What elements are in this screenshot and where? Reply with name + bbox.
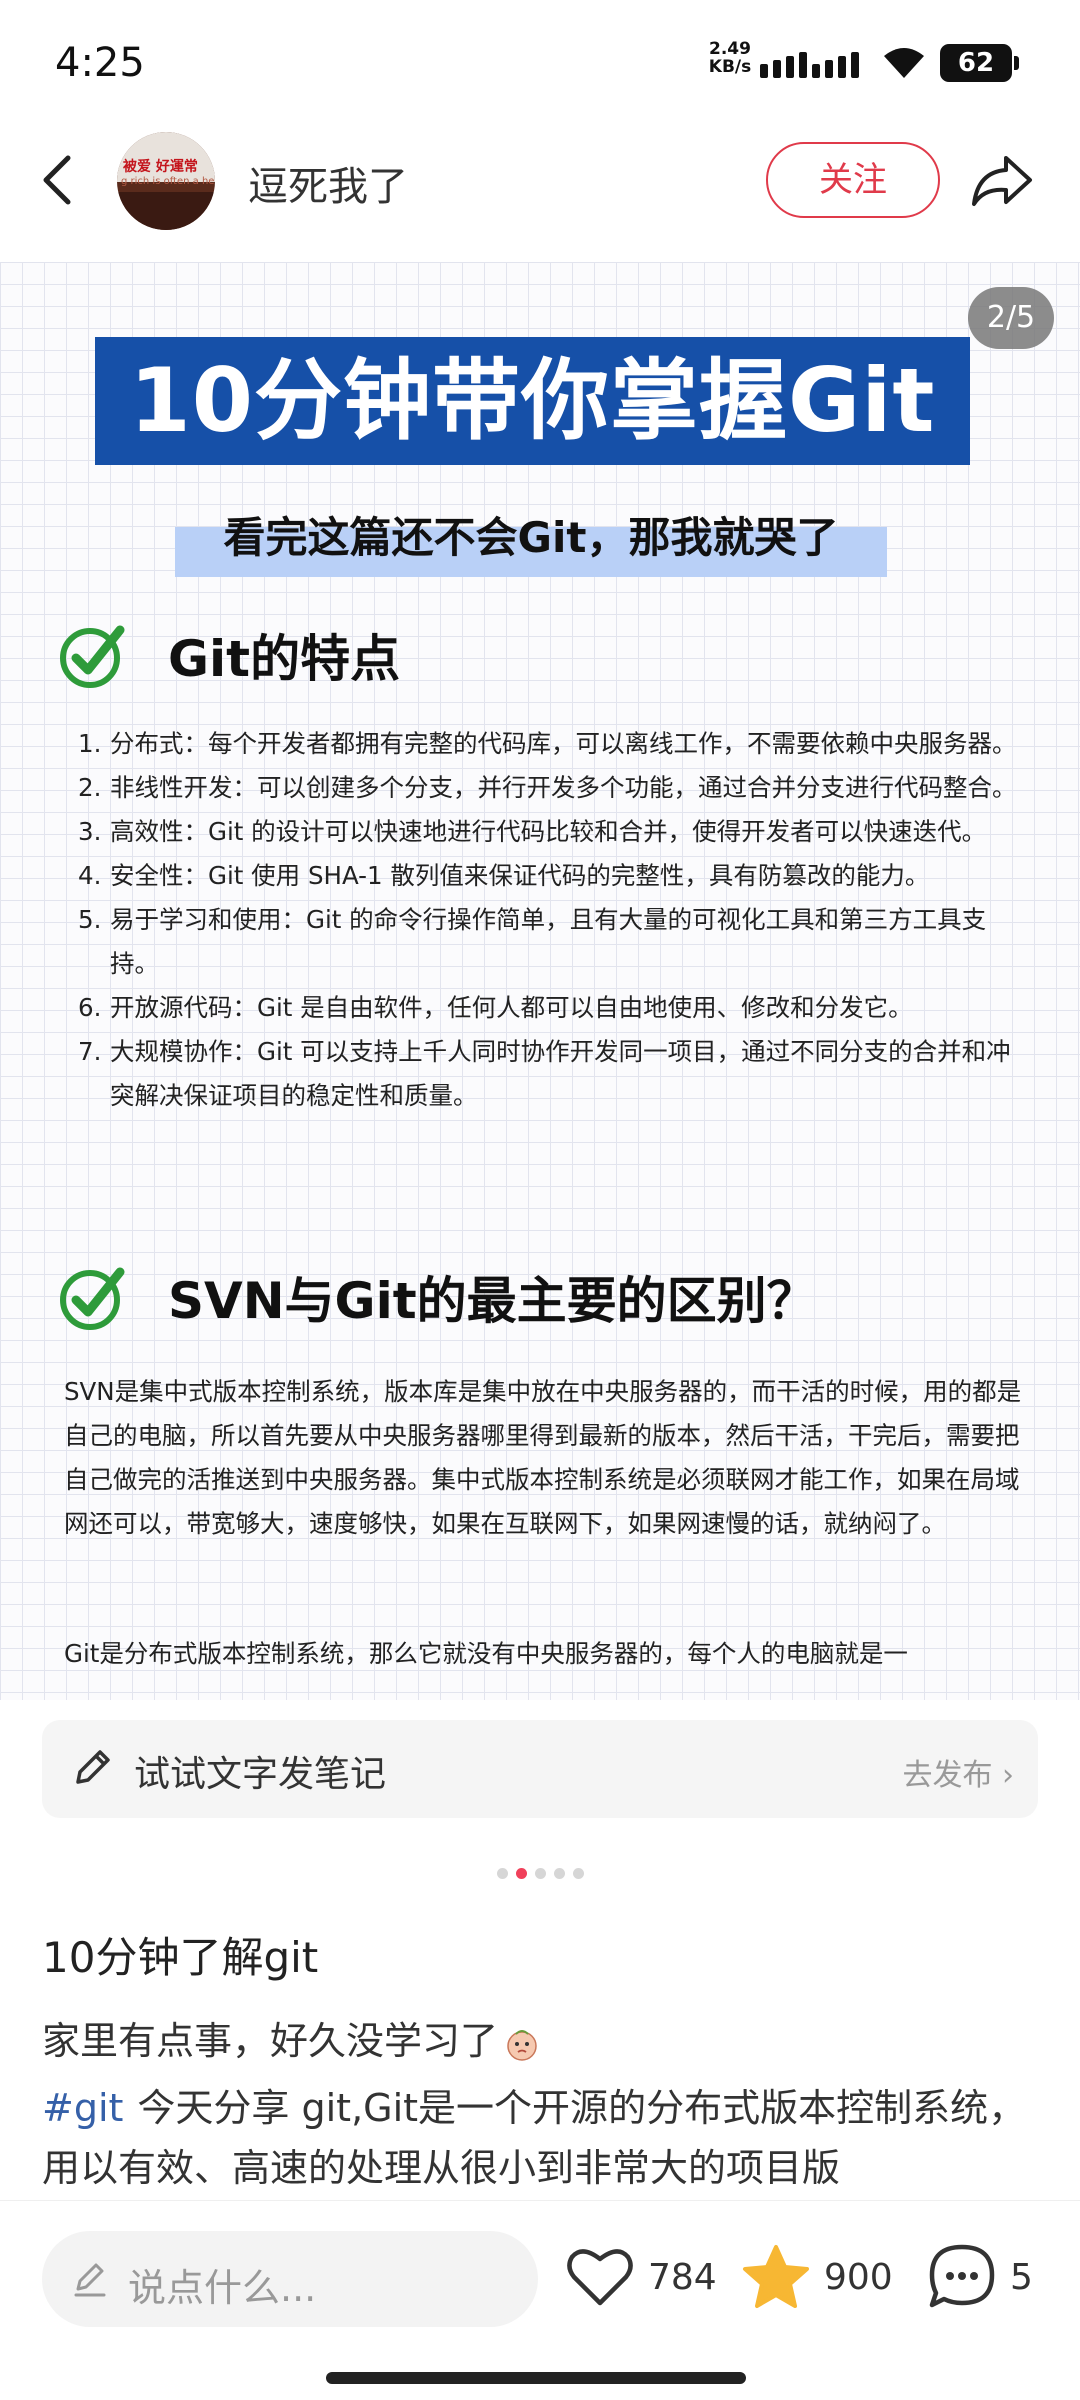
wifi-icon <box>884 48 924 78</box>
image-page-indicator: 2/5 <box>968 287 1054 349</box>
list-item: 2. 非线性开发：可以创建多个分支，并行开发多个功能，通过合并分支进行代码整合。 <box>78 773 1017 802</box>
back-arrow-icon[interactable] <box>30 150 90 210</box>
section-features-heading: Git的特点 <box>58 620 400 690</box>
carousel-dot <box>572 1868 584 1879</box>
section-comparison-heading: SVN与Git的最主要的区别？ <box>58 1262 817 1332</box>
pencil-icon <box>76 1750 110 1784</box>
hashtag-link[interactable]: #git <box>42 2086 123 2130</box>
features-list: 1. 分布式：每个开发者都拥有完整的代码库，可以离线工作，不需要依赖中央服务器。 … <box>78 722 1028 1118</box>
list-item: 5. 易于学习和使用：Git 的命令行操作简单，且有大量的可视化工具和第三方工具支… <box>78 905 987 978</box>
post-title: 10分钟了解git <box>42 1933 319 1982</box>
carousel-dots <box>0 1868 1080 1879</box>
publish-link[interactable]: 去发布 › <box>902 1750 1014 1794</box>
like-count: 784 <box>648 2256 717 2298</box>
signal-icon <box>760 48 865 78</box>
comment-input[interactable]: 说点什么... <box>42 2231 538 2327</box>
like-button[interactable]: 784 <box>564 2241 717 2313</box>
share-icon[interactable] <box>970 150 1034 210</box>
network-speed: 2.49 KB/s <box>708 39 752 77</box>
text-note-prompt[interactable]: 试试文字发笔记 去发布 › <box>42 1720 1038 1818</box>
note-prompt-text: 试试文字发笔记 <box>134 1754 387 1795</box>
list-item: 6. 开放源代码：Git 是自由软件，任何人都可以自由地使用、修改和分发它。 <box>78 993 913 1022</box>
post-header: 被爱 好運常 g rich is often a he 逗死我了 关注 <box>0 120 1080 260</box>
post-description: #git 今天分享 git,Git是一个开源的分布式版本控制系统，用以有效、高速的… <box>42 2086 1027 2190</box>
list-item: 7. 大规模协作：Git 可以支持上千人同时协作开发同一项目，通过不同分支的合并和… <box>78 1037 1011 1110</box>
edit-icon <box>74 2263 106 2297</box>
carousel-dot-active <box>515 1868 527 1879</box>
avatar[interactable]: 被爱 好運常 g rich is often a he <box>117 132 215 230</box>
status-time: 4:25 <box>55 40 145 86</box>
follow-button[interactable]: 关注 <box>766 142 940 218</box>
post-image[interactable]: 2/5 10分钟带你掌握Git 看完这篇还不会Git，那我就哭了 Git的特点 … <box>0 262 1080 1700</box>
git-paragraph: Git是分布式版本控制系统，那么它就没有中央服务器的，每个人的电脑就是一 <box>64 1639 908 1668</box>
list-item: 4. 安全性：Git 使用 SHA-1 散列值来保证代码的完整性，具有防篡改的能力… <box>78 861 930 890</box>
bottom-action-bar: 说点什么... 784 900 5 <box>0 2200 1080 2400</box>
image-subtitle: 看完这篇还不会Git，那我就哭了 <box>223 513 839 562</box>
carousel-dot <box>553 1868 565 1879</box>
favorite-button[interactable]: 900 <box>740 2241 893 2313</box>
comment-button[interactable]: 5 <box>926 2241 1033 2313</box>
check-icon <box>60 1267 125 1330</box>
battery-icon: 62 <box>940 44 1019 82</box>
carousel-dot <box>496 1868 508 1879</box>
favorite-count: 900 <box>824 2256 893 2298</box>
star-icon <box>743 2245 809 2308</box>
author-name[interactable]: 逗死我了 <box>248 154 408 212</box>
status-bar: 4:25 2.49 KB/s 62 <box>0 0 1080 120</box>
comment-count: 5 <box>1010 2256 1033 2298</box>
heart-icon <box>567 2249 633 2306</box>
list-item: 3. 高效性：Git 的设计可以快速地进行代码比较和合并，使得开发者可以快速迭代。 <box>78 817 987 846</box>
carousel-dot <box>534 1868 546 1879</box>
list-item: 1. 分布式：每个开发者都拥有完整的代码库，可以离线工作，不需要依赖中央服务器。 <box>78 729 1017 758</box>
post-text-line: 家里有点事，好久没学习了 <box>42 2010 540 2065</box>
home-indicator[interactable] <box>326 2372 746 2384</box>
svn-paragraph: SVN是集中式版本控制系统，版本库是集中放在中央服务器的，而干活的时候，用的都是… <box>64 1377 1022 1538</box>
image-title: 10分钟带你掌握Git <box>95 337 970 465</box>
check-icon <box>60 625 125 688</box>
comment-bubble-icon <box>929 2244 995 2308</box>
crying-face-emoji-icon <box>507 2029 537 2061</box>
